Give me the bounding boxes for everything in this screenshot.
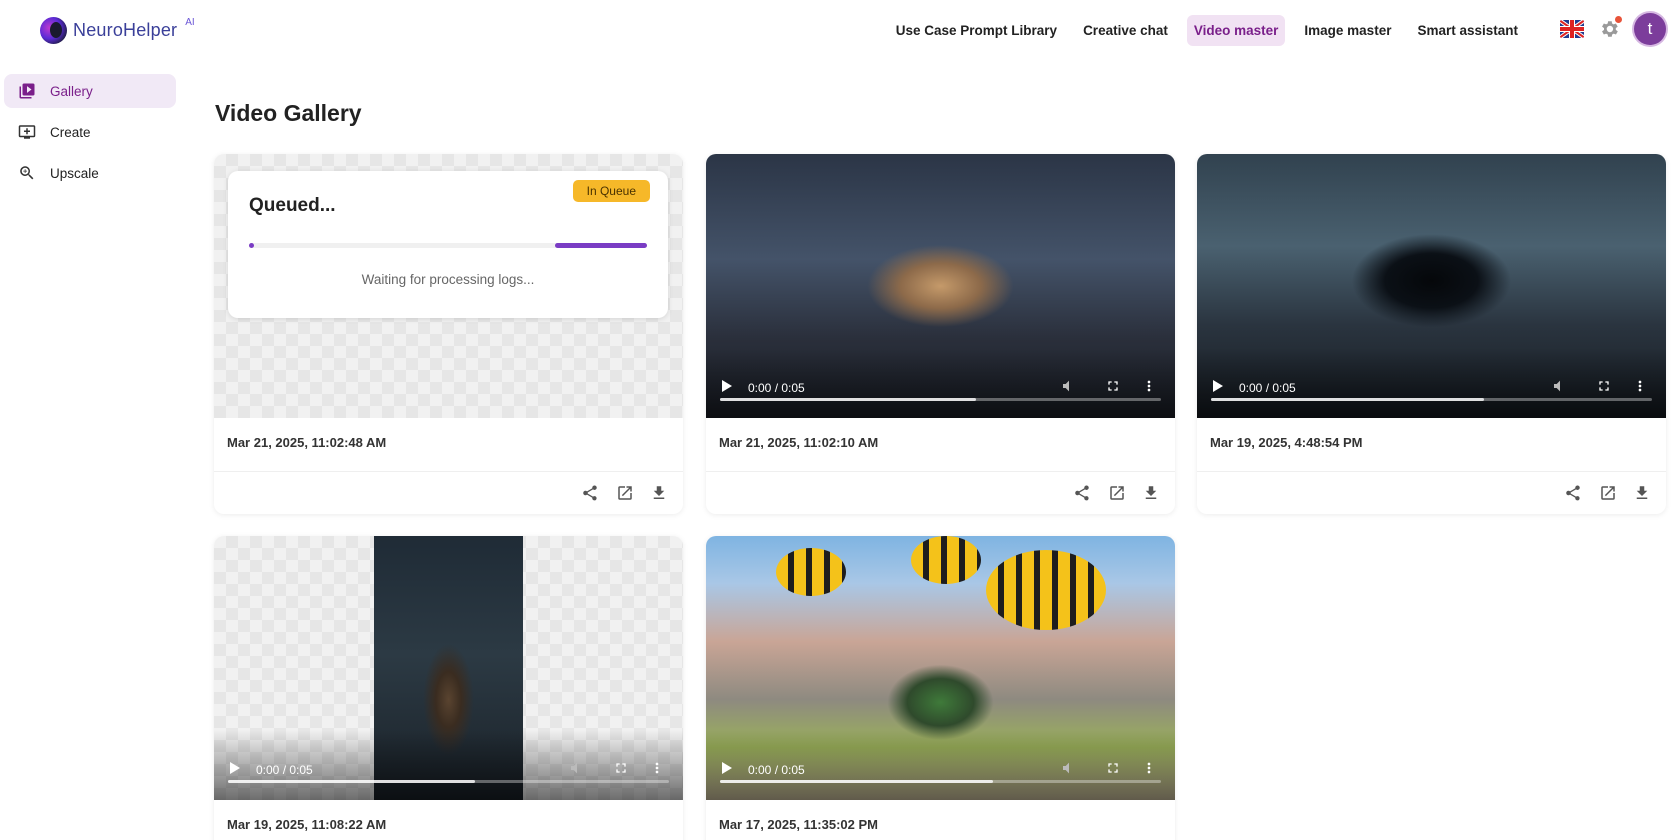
sidebar-item-upscale[interactable]: Upscale xyxy=(4,156,176,190)
video-date: Mar 21, 2025, 11:02:10 AM xyxy=(706,418,1175,472)
play-icon[interactable] xyxy=(722,380,732,392)
share-icon[interactable] xyxy=(581,484,599,502)
video-date: Mar 21, 2025, 11:02:48 AM xyxy=(214,418,683,472)
more-options-icon[interactable] xyxy=(649,760,665,776)
share-icon[interactable] xyxy=(1564,484,1582,502)
video-controls: 0:00 / 0:05 xyxy=(1197,348,1666,418)
video-card: 0:00 / 0:05 Mar 19, 2025, 4:48:54 PM xyxy=(1197,154,1666,514)
logo-superscript: AI xyxy=(185,17,195,28)
fullscreen-icon[interactable] xyxy=(613,760,629,776)
video-scrubber[interactable] xyxy=(720,780,1161,783)
open-external-icon[interactable] xyxy=(1599,484,1617,502)
more-options-icon[interactable] xyxy=(1141,760,1157,776)
volume-icon[interactable] xyxy=(1061,378,1077,394)
sidebar-item-label: Create xyxy=(50,124,91,140)
main-nav: Use Case Prompt Library Creative chat Vi… xyxy=(889,15,1525,46)
video-time: 0:00 / 0:05 xyxy=(748,763,805,777)
video-controls: 0:00 / 0:05 xyxy=(214,730,683,800)
queue-progress-bar xyxy=(249,243,647,248)
header-actions: t xyxy=(1560,13,1666,45)
play-icon[interactable] xyxy=(230,762,240,774)
nav-image-master[interactable]: Image master xyxy=(1297,15,1398,46)
fullscreen-icon[interactable] xyxy=(1105,378,1121,394)
video-date: Mar 19, 2025, 11:08:22 AM xyxy=(214,800,683,840)
avatar[interactable]: t xyxy=(1634,13,1666,45)
download-icon[interactable] xyxy=(1142,484,1160,502)
more-options-icon[interactable] xyxy=(1632,378,1648,394)
video-controls: 0:00 / 0:05 xyxy=(706,730,1175,800)
play-icon[interactable] xyxy=(722,762,732,774)
video-date: Mar 17, 2025, 11:35:02 PM xyxy=(706,800,1175,840)
nav-creative-chat[interactable]: Creative chat xyxy=(1076,15,1175,46)
video-card: 0:00 / 0:05 Mar 17, 2025, 11:35:02 PM xyxy=(706,536,1175,840)
video-time: 0:00 / 0:05 xyxy=(1239,381,1296,395)
sidebar-item-gallery[interactable]: Gallery xyxy=(4,74,176,108)
play-icon[interactable] xyxy=(1213,380,1223,392)
card-actions xyxy=(706,472,1175,514)
video-scrubber[interactable] xyxy=(1211,398,1652,401)
gallery-icon xyxy=(19,83,35,99)
video-card: 0:00 / 0:05 Mar 19, 2025, 11:08:22 AM xyxy=(214,536,683,840)
fullscreen-icon[interactable] xyxy=(1105,760,1121,776)
video-player[interactable]: 0:00 / 0:05 xyxy=(706,154,1175,418)
sidebar-item-label: Upscale xyxy=(50,165,99,181)
top-header: NeuroHelper AI Use Case Prompt Library C… xyxy=(0,0,1680,62)
video-controls: 0:00 / 0:05 xyxy=(706,348,1175,418)
nav-smart-assistant[interactable]: Smart assistant xyxy=(1410,15,1525,46)
volume-icon[interactable] xyxy=(1061,760,1077,776)
sidebar-item-create[interactable]: Create xyxy=(4,115,176,149)
open-external-icon[interactable] xyxy=(1108,484,1126,502)
logo-icon xyxy=(40,17,67,44)
logo-text: NeuroHelper xyxy=(73,20,178,40)
sidebar: Gallery Create Upscale xyxy=(4,74,176,197)
video-date: Mar 19, 2025, 4:48:54 PM xyxy=(1197,418,1666,472)
video-scrubber[interactable] xyxy=(720,398,1161,401)
create-icon xyxy=(18,125,36,139)
card-actions xyxy=(214,472,683,514)
page-title: Video Gallery xyxy=(215,100,362,126)
video-time: 0:00 / 0:05 xyxy=(748,381,805,395)
gear-icon[interactable] xyxy=(1598,16,1622,40)
queue-status-panel: In Queue Queued... Waiting for processin… xyxy=(228,171,668,318)
download-icon[interactable] xyxy=(650,484,668,502)
volume-icon[interactable] xyxy=(1552,378,1568,394)
card-actions xyxy=(1197,472,1666,514)
status-badge: In Queue xyxy=(572,180,650,202)
nav-use-case-prompt-library[interactable]: Use Case Prompt Library xyxy=(889,15,1064,46)
uk-flag-icon[interactable] xyxy=(1560,20,1584,38)
processing-log-text: Waiting for processing logs... xyxy=(361,272,535,287)
video-card: 0:00 / 0:05 Mar 21, 2025, 11:02:10 AM xyxy=(706,154,1175,514)
video-player[interactable]: 0:00 / 0:05 xyxy=(706,536,1175,800)
nav-video-master[interactable]: Video master xyxy=(1186,15,1286,46)
bee-character xyxy=(776,548,846,596)
video-player[interactable]: 0:00 / 0:05 xyxy=(1197,154,1666,418)
video-scrubber[interactable] xyxy=(228,780,669,783)
volume-icon[interactable] xyxy=(569,760,585,776)
download-icon[interactable] xyxy=(1633,484,1651,502)
video-card-queued: In Queue Queued... Waiting for processin… xyxy=(214,154,683,514)
video-player[interactable]: 0:00 / 0:05 xyxy=(214,536,683,800)
notification-dot xyxy=(1615,16,1622,23)
more-options-icon[interactable] xyxy=(1141,378,1157,394)
queued-placeholder: In Queue Queued... Waiting for processin… xyxy=(214,154,683,418)
sidebar-item-label: Gallery xyxy=(50,83,93,99)
fullscreen-icon[interactable] xyxy=(1596,378,1612,394)
share-icon[interactable] xyxy=(1073,484,1091,502)
open-external-icon[interactable] xyxy=(616,484,634,502)
queued-title: Queued... xyxy=(249,195,336,216)
upscale-icon xyxy=(20,166,34,180)
video-time: 0:00 / 0:05 xyxy=(256,763,313,777)
bee-character xyxy=(986,550,1106,630)
app-logo[interactable]: NeuroHelper AI xyxy=(40,17,195,44)
bee-character xyxy=(911,536,981,584)
